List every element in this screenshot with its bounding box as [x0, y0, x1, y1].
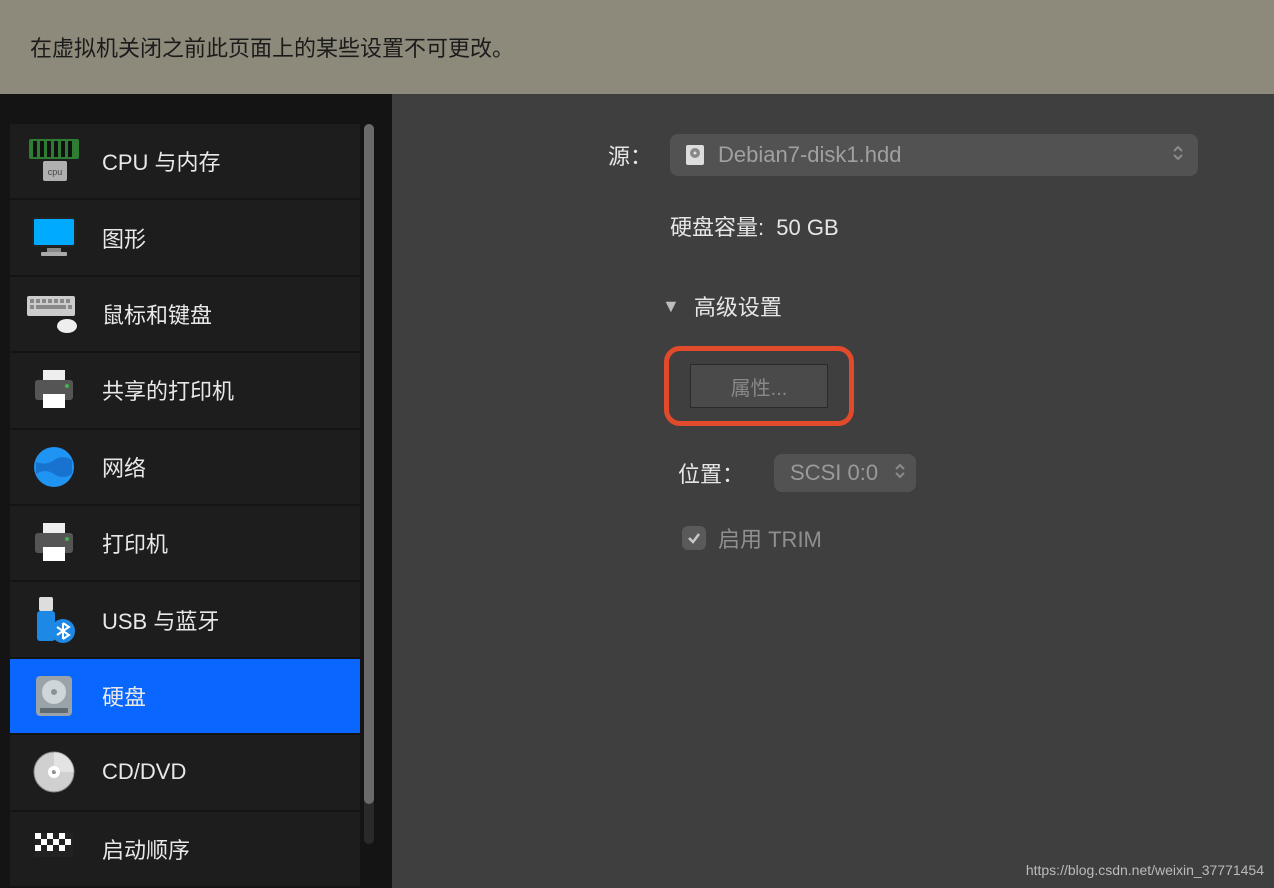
globe-icon	[26, 439, 82, 495]
printer-icon	[26, 515, 82, 571]
flag-icon	[26, 821, 82, 877]
highlight-annotation: 属性...	[664, 346, 854, 426]
sidebar-item-label: 硬盘	[102, 680, 146, 712]
hard-disk-icon	[26, 668, 82, 724]
trim-row: 启用 TRIM	[682, 522, 1244, 554]
sidebar-item-usb-bluetooth[interactable]: USB 与蓝牙	[10, 582, 360, 658]
info-banner: 在虚拟机关闭之前此页面上的某些设置不可更改。	[0, 0, 1274, 94]
sidebar-item-mouse-keyboard[interactable]: 鼠标和键盘	[10, 277, 360, 353]
hdd-file-icon	[684, 144, 706, 166]
svg-text:cpu: cpu	[48, 167, 63, 177]
sidebar-item-cpu-memory[interactable]: cpu CPU 与内存	[10, 124, 360, 200]
trim-checkbox[interactable]	[682, 526, 706, 550]
sidebar-item-label: 鼠标和键盘	[102, 298, 212, 330]
sidebar-item-label: CPU 与内存	[102, 145, 221, 177]
sidebar-item-label: 网络	[102, 451, 146, 483]
scrollbar-thumb[interactable]	[364, 124, 374, 804]
capacity-text: 硬盘容量: 50 GB	[670, 210, 839, 242]
info-banner-text: 在虚拟机关闭之前此页面上的某些设置不可更改。	[30, 31, 514, 63]
location-label: 位置：	[678, 457, 744, 489]
source-value: Debian7-disk1.hdd	[718, 142, 901, 168]
location-value: SCSI 0:0	[790, 460, 878, 485]
sidebar: cpu CPU 与内存 图形	[0, 94, 392, 888]
sidebar-item-hard-disk[interactable]: 硬盘	[10, 659, 360, 735]
location-row: 位置： SCSI 0:0	[678, 454, 1244, 492]
advanced-settings-toggle[interactable]: ▼ 高级设置	[662, 290, 1244, 322]
trim-label: 启用 TRIM	[718, 522, 822, 554]
properties-button[interactable]: 属性...	[690, 364, 828, 408]
printer-icon	[26, 362, 82, 418]
main-panel: 源： Debian7-disk1.hdd 硬盘容量: 50 GB ▼ 高级设置	[392, 94, 1274, 888]
sidebar-item-cd-dvd[interactable]: CD/DVD	[10, 735, 360, 811]
source-row: 源： Debian7-disk1.hdd	[462, 134, 1244, 176]
sidebar-item-label: 启动顺序	[102, 833, 190, 865]
keyboard-mouse-icon	[26, 286, 82, 342]
sidebar-item-boot-order[interactable]: 启动顺序	[10, 812, 360, 888]
sidebar-list: cpu CPU 与内存 图形	[10, 124, 360, 888]
source-label: 源：	[462, 139, 670, 171]
sidebar-item-network[interactable]: 网络	[10, 430, 360, 506]
capacity-row: 硬盘容量: 50 GB	[462, 210, 1244, 242]
sidebar-item-label: 打印机	[102, 527, 168, 559]
triangle-down-icon: ▼	[662, 296, 680, 317]
location-select[interactable]: SCSI 0:0	[774, 454, 916, 492]
usb-bluetooth-icon	[26, 592, 82, 648]
source-select[interactable]: Debian7-disk1.hdd	[670, 134, 1198, 176]
cpu-memory-icon: cpu	[26, 133, 82, 189]
sidebar-item-label: 图形	[102, 222, 146, 254]
watermark-text: https://blog.csdn.net/weixin_37771454	[1026, 862, 1264, 878]
sidebar-item-graphics[interactable]: 图形	[10, 200, 360, 276]
sidebar-item-shared-printers[interactable]: 共享的打印机	[10, 353, 360, 429]
advanced-settings-label: 高级设置	[694, 290, 782, 322]
monitor-icon	[26, 210, 82, 266]
chevron-updown-icon	[1172, 142, 1184, 168]
sidebar-scrollbar[interactable]	[364, 124, 374, 844]
sidebar-item-printers[interactable]: 打印机	[10, 506, 360, 582]
disc-icon	[26, 744, 82, 800]
chevron-updown-icon	[894, 460, 906, 486]
sidebar-item-label: CD/DVD	[102, 759, 186, 785]
sidebar-item-label: 共享的打印机	[102, 374, 234, 406]
sidebar-item-label: USB 与蓝牙	[102, 604, 219, 636]
